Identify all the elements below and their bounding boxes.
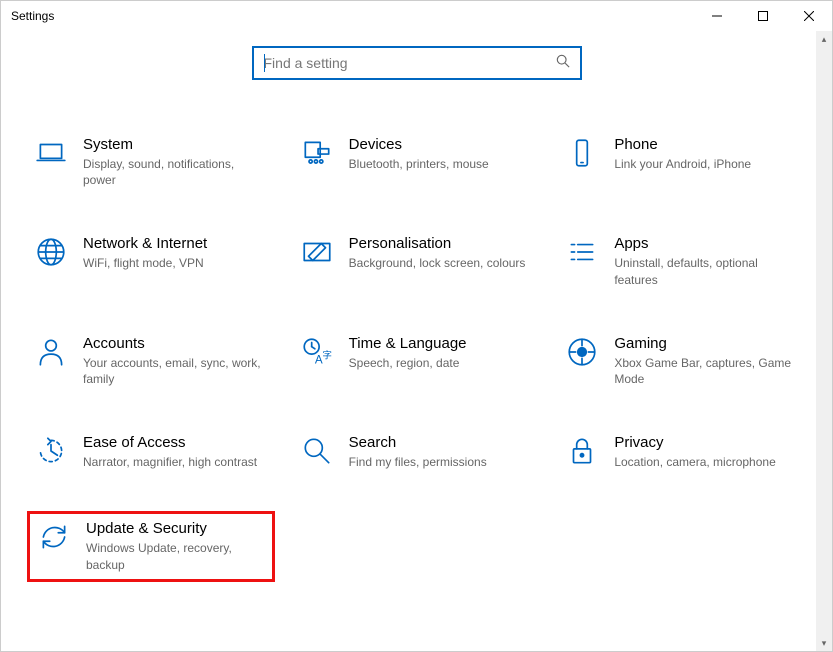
tile-text: Apps Uninstall, defaults, optional featur… <box>614 235 800 287</box>
tile-text: Privacy Location, camera, microphone <box>614 434 800 470</box>
tile-apps[interactable]: Apps Uninstall, defaults, optional featur… <box>558 229 806 293</box>
tile-text: Ease of Access Narrator, magnifier, high … <box>83 434 269 470</box>
scrollbar[interactable]: ▴ ▾ <box>816 31 832 651</box>
search-row <box>21 46 812 80</box>
scroll-up-icon[interactable]: ▴ <box>816 31 832 47</box>
tile-description: Display, sound, notifications, power <box>83 156 263 188</box>
window-title: Settings <box>11 9 54 23</box>
tile-personalisation[interactable]: Personalisation Background, lock screen, … <box>293 229 541 293</box>
tile-description: Background, lock screen, colours <box>349 255 529 271</box>
tile-gaming[interactable]: Gaming Xbox Game Bar, captures, Game Mode <box>558 329 806 393</box>
globe-icon <box>33 235 69 271</box>
sync-icon <box>36 520 72 556</box>
svg-text:字: 字 <box>322 349 332 361</box>
tile-text: Search Find my files, permissions <box>349 434 535 470</box>
tile-title: Phone <box>614 136 794 153</box>
tile-devices[interactable]: Devices Bluetooth, printers, mouse <box>293 130 541 194</box>
tile-title: Apps <box>614 235 794 252</box>
tile-title: System <box>83 136 263 153</box>
tile-text: Personalisation Background, lock screen, … <box>349 235 535 287</box>
tile-text: Devices Bluetooth, printers, mouse <box>349 136 535 188</box>
tile-search[interactable]: Search Find my files, permissions <box>293 428 541 476</box>
tile-update[interactable]: Update & Security Windows Update, recover… <box>27 511 275 581</box>
tile-description: Xbox Game Bar, captures, Game Mode <box>614 355 794 387</box>
tile-time[interactable]: A字 Time & Language Speech, region, date <box>293 329 541 393</box>
search-input[interactable] <box>264 55 570 71</box>
tile-description: Narrator, magnifier, high contrast <box>83 454 263 470</box>
tile-text: System Display, sound, notifications, pow… <box>83 136 269 188</box>
tile-description: Windows Update, recovery, backup <box>86 540 260 572</box>
tile-system[interactable]: System Display, sound, notifications, pow… <box>27 130 275 194</box>
laptop-icon <box>33 136 69 172</box>
tile-title: Personalisation <box>349 235 529 252</box>
tile-network[interactable]: Network & Internet WiFi, flight mode, VPN <box>27 229 275 293</box>
ease-icon <box>33 434 69 470</box>
maximize-button[interactable] <box>740 1 786 31</box>
minimize-button[interactable] <box>694 1 740 31</box>
tile-text: Accounts Your accounts, email, sync, work… <box>83 335 269 387</box>
list-icon <box>564 235 600 271</box>
settings-grid: System Display, sound, notifications, pow… <box>21 130 812 582</box>
lock-icon <box>564 434 600 470</box>
tile-description: Your accounts, email, sync, work, family <box>83 355 263 387</box>
tile-title: Privacy <box>614 434 794 451</box>
tile-description: WiFi, flight mode, VPN <box>83 255 263 271</box>
tile-title: Search <box>349 434 529 451</box>
tile-privacy[interactable]: Privacy Location, camera, microphone <box>558 428 806 476</box>
tile-title: Time & Language <box>349 335 529 352</box>
titlebar: Settings <box>1 1 832 31</box>
tile-accounts[interactable]: Accounts Your accounts, email, sync, work… <box>27 329 275 393</box>
devices-icon <box>299 136 335 172</box>
search-icon <box>299 434 335 470</box>
text-caret <box>264 54 265 72</box>
tile-text: Phone Link your Android, iPhone <box>614 136 800 188</box>
tile-title: Devices <box>349 136 529 153</box>
tile-title: Ease of Access <box>83 434 263 451</box>
pen-icon <box>299 235 335 271</box>
tile-description: Speech, region, date <box>349 355 529 371</box>
tile-description: Find my files, permissions <box>349 454 529 470</box>
phone-icon <box>564 136 600 172</box>
scroll-down-icon[interactable]: ▾ <box>816 635 832 651</box>
tile-text: Gaming Xbox Game Bar, captures, Game Mode <box>614 335 800 387</box>
person-icon <box>33 335 69 371</box>
tile-ease[interactable]: Ease of Access Narrator, magnifier, high … <box>27 428 275 476</box>
tile-text: Time & Language Speech, region, date <box>349 335 535 387</box>
tile-title: Accounts <box>83 335 263 352</box>
tile-description: Bluetooth, printers, mouse <box>349 156 529 172</box>
window-controls <box>694 1 832 31</box>
gaming-icon <box>564 335 600 371</box>
search-box[interactable] <box>252 46 582 80</box>
tile-description: Location, camera, microphone <box>614 454 794 470</box>
tile-title: Update & Security <box>86 520 260 537</box>
tile-phone[interactable]: Phone Link your Android, iPhone <box>558 130 806 194</box>
tile-description: Link your Android, iPhone <box>614 156 794 172</box>
content-area: System Display, sound, notifications, pow… <box>1 31 832 651</box>
tile-title: Network & Internet <box>83 235 263 252</box>
tile-title: Gaming <box>614 335 794 352</box>
tile-description: Uninstall, defaults, optional features <box>614 255 794 287</box>
tile-text: Network & Internet WiFi, flight mode, VPN <box>83 235 269 287</box>
tile-text: Update & Security Windows Update, recover… <box>86 520 266 572</box>
time-lang-icon: A字 <box>299 335 335 371</box>
close-button[interactable] <box>786 1 832 31</box>
search-icon <box>556 54 570 73</box>
